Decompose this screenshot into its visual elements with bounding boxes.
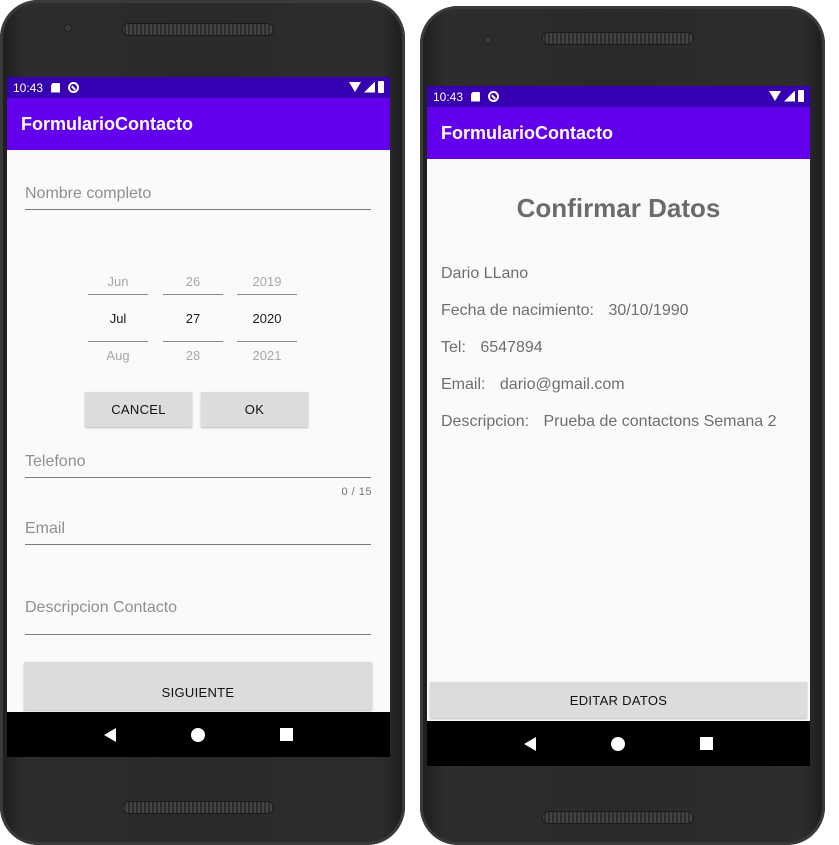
year-divider-bottom [237, 341, 297, 342]
month-selected[interactable]: Jul [88, 311, 148, 326]
year-next[interactable]: 2021 [237, 348, 297, 363]
month-divider-top [88, 294, 148, 295]
right-phone-frame: 10:43 FormularioContacto Confirmar Datos… [420, 6, 825, 845]
status-time: 10:43 [13, 80, 44, 95]
month-next[interactable]: Aug [88, 348, 148, 363]
description-row: Descripcion: Prueba de contactons Semana… [441, 413, 777, 431]
app-bar-title: FormularioContacto [427, 107, 810, 159]
day-spinner[interactable]: 26 27 28 [163, 271, 223, 363]
bottom-speaker-grille [542, 811, 694, 824]
month-prev[interactable]: Jun [88, 274, 148, 289]
status-bar: 10:43 [427, 86, 810, 107]
recents-icon[interactable] [279, 728, 293, 741]
birth-date-label: Fecha de nacimiento: [441, 302, 594, 319]
battery-icon [378, 81, 384, 93]
right-screen: 10:43 FormularioContacto Confirmar Datos… [427, 86, 810, 766]
month-divider-bottom [88, 341, 148, 342]
nav-bar [427, 721, 810, 766]
contact-name: Dario LLano [441, 265, 528, 283]
name-input[interactable] [25, 185, 371, 209]
sync-icon [488, 91, 500, 102]
contact-name-value: Dario LLano [441, 265, 529, 282]
bottom-speaker-grille [122, 801, 274, 814]
left-screen: 10:43 FormularioContacto Jun Jul Aug [7, 77, 390, 757]
email-field[interactable] [25, 520, 371, 545]
day-prev[interactable]: 26 [163, 274, 223, 289]
year-spinner[interactable]: 2019 2020 2021 [237, 271, 297, 363]
next-button[interactable]: SIGUIENTE [24, 662, 372, 710]
sd-card-icon [471, 91, 481, 102]
phone-label: Tel: [441, 339, 466, 356]
wifi-icon [349, 82, 361, 92]
edit-data-button[interactable]: EDITAR DATOS [430, 682, 807, 718]
app-bar-title: FormularioContacto [7, 98, 390, 150]
phone-input[interactable] [25, 453, 371, 477]
email-label: Email: [441, 376, 486, 393]
recents-icon[interactable] [699, 737, 713, 750]
left-phone-frame: 10:43 FormularioContacto Jun Jul Aug [0, 0, 405, 845]
top-speaker-grille [122, 23, 274, 36]
confirm-content: Confirmar Datos Dario LLano Fecha de nac… [427, 159, 810, 679]
battery-icon [798, 90, 804, 102]
phone-char-counter: 0 / 15 [341, 486, 372, 498]
back-icon[interactable] [524, 736, 537, 751]
sync-icon [68, 82, 80, 93]
email-row: Email: dario@gmail.com [441, 376, 625, 394]
day-divider-bottom [163, 341, 223, 342]
status-bar: 10:43 [7, 77, 390, 98]
phone-row: Tel: 6547894 [441, 339, 543, 357]
page-title: Confirmar Datos [516, 193, 721, 223]
description-input[interactable] [25, 599, 371, 623]
ok-button[interactable]: OK [201, 392, 308, 427]
day-divider-top [163, 294, 223, 295]
signal-icon [364, 81, 375, 93]
front-camera-icon [483, 35, 493, 45]
email-value: dario@gmail.com [499, 376, 625, 393]
description-field[interactable] [25, 599, 371, 635]
top-speaker-grille [542, 32, 694, 45]
birth-date-row: Fecha de nacimiento: 30/10/1990 [441, 302, 689, 320]
back-icon[interactable] [104, 727, 117, 742]
day-selected[interactable]: 27 [163, 311, 223, 326]
home-icon[interactable] [190, 727, 205, 742]
phone-field[interactable] [25, 453, 371, 478]
status-time: 10:43 [433, 89, 464, 104]
wifi-icon [769, 91, 781, 101]
day-next[interactable]: 28 [163, 348, 223, 363]
phone-value: 6547894 [480, 339, 543, 356]
nav-bar [7, 712, 390, 757]
front-camera-icon [63, 23, 73, 33]
description-value: Prueba de contactons Semana 2 [543, 413, 777, 430]
month-spinner[interactable]: Jun Jul Aug [88, 271, 148, 363]
year-divider-top [237, 294, 297, 295]
sd-card-icon [51, 82, 61, 93]
year-selected[interactable]: 2020 [237, 311, 297, 326]
year-prev[interactable]: 2019 [237, 274, 297, 289]
email-input[interactable] [25, 520, 371, 544]
home-icon[interactable] [610, 736, 625, 751]
description-label: Descripcion: [441, 413, 530, 430]
name-field[interactable] [25, 185, 371, 210]
cancel-button[interactable]: CANCEL [85, 392, 192, 427]
birth-date-value: 30/10/1990 [608, 302, 689, 319]
signal-icon [784, 90, 795, 102]
